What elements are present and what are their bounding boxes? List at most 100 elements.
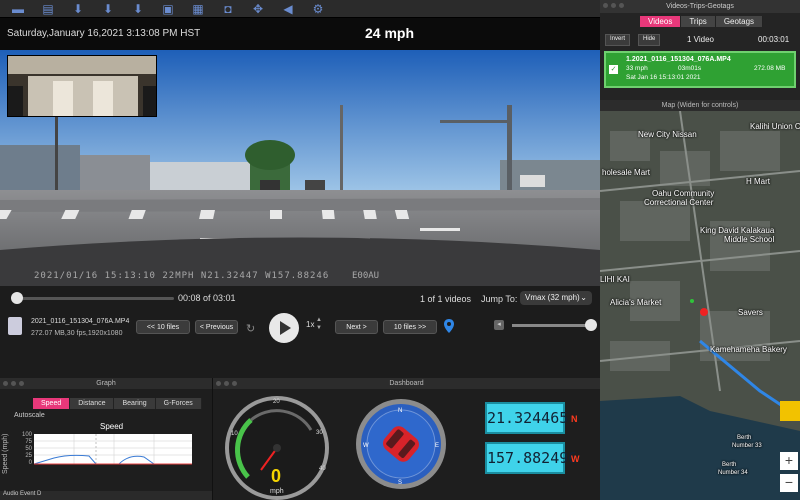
graph-chart-title: Speed xyxy=(100,422,124,431)
y-tick-label: 0 xyxy=(28,460,32,466)
dashboard-speed-value: 0 xyxy=(271,466,282,486)
y-tick-label: 100 xyxy=(21,432,32,438)
jump-to-label: Jump To: xyxy=(481,294,518,304)
video-header: Saturday,January 16,2021 3:13:08 PM HST … xyxy=(0,18,600,50)
volume-icon[interactable]: ◂ xyxy=(494,320,504,330)
folder-open-icon[interactable]: ▬ xyxy=(10,2,26,16)
expand-icon[interactable]: ✥ xyxy=(250,2,266,16)
toolbar: ▬ ▤ ⬇ ⬇ ⬇ ▣ ▦ ◘ ✥ ◀ ⚙ xyxy=(0,0,600,18)
checkmark-icon[interactable]: ✓ xyxy=(609,65,618,74)
tab-trips[interactable]: Trips xyxy=(681,16,716,27)
longitude-display: 157.882496 xyxy=(485,442,577,474)
video-stamp: 2021/01/16 15:13:10 22MPH N21.32447 W157… xyxy=(34,271,330,281)
map-label: Berth xyxy=(737,435,752,441)
rate-stepper[interactable]: ▲ ▼ xyxy=(315,316,323,334)
y-tick-label: 25 xyxy=(25,453,32,459)
latitude-direction: N xyxy=(571,414,578,424)
map-label: Kamehameha Bakery xyxy=(710,345,787,354)
latitude-display: 21.324465 xyxy=(485,402,568,434)
video-list-item[interactable]: ✓ 1.2021_0116_151304_076A.MP4 33 mph 03m… xyxy=(604,51,796,88)
window-close-icon[interactable] xyxy=(216,381,221,386)
audio-event-bar: Audio Event D xyxy=(0,491,212,500)
autoscale-label[interactable]: Autoscale xyxy=(14,412,45,419)
window-close-icon[interactable] xyxy=(603,3,608,8)
movie-icon[interactable]: ▦ xyxy=(190,2,206,16)
window-close-icon[interactable] xyxy=(3,381,8,386)
location-pin-icon[interactable] xyxy=(444,319,454,333)
graph-y-label: Speed (mph) xyxy=(2,433,9,474)
previous-button[interactable]: < Previous xyxy=(195,320,238,334)
window-zoom-icon[interactable] xyxy=(232,381,237,386)
compass-gauge: N S W E xyxy=(356,399,446,489)
window-minimize-icon[interactable] xyxy=(224,381,229,386)
tab-g-forces[interactable]: G-Forces xyxy=(155,398,202,409)
invert-button[interactable]: Invert xyxy=(605,34,631,46)
window-zoom-icon[interactable] xyxy=(19,381,24,386)
jump-to-value: Vmax (32 mph) xyxy=(525,293,580,302)
playback-controls: 00:08 of 03:01 1 of 1 videos Jump To: Vm… xyxy=(0,286,600,378)
download-icon[interactable]: ⬇ xyxy=(100,2,116,16)
map-label: Savers xyxy=(738,308,763,317)
download-icon[interactable]: ⬇ xyxy=(70,2,86,16)
scrubber-track[interactable] xyxy=(14,297,174,300)
map-label: Alicia's Market xyxy=(610,298,662,307)
camera-icon[interactable]: ◘ xyxy=(220,2,236,16)
playback-rate: 1x xyxy=(306,320,315,329)
graph-tabs: Speed Distance Bearing G-Forces xyxy=(33,398,202,409)
y-tick-label: 50 xyxy=(25,446,32,452)
map-label: New City Nissan xyxy=(638,130,697,139)
video-item-length: 03m01s xyxy=(678,65,702,72)
play-button[interactable] xyxy=(269,313,299,343)
download-icon[interactable]: ⬇ xyxy=(130,2,146,16)
videos-window: Videos-Trips-Geotags Videos Trips Geotag… xyxy=(600,0,800,100)
volume-track[interactable] xyxy=(512,324,592,327)
playback-time: 00:08 of 03:01 xyxy=(178,293,236,303)
loop-icon[interactable]: ↻ xyxy=(246,322,255,335)
svg-text:W: W xyxy=(363,443,369,449)
map-title: Map (Widen for controls) xyxy=(600,100,800,111)
window-minimize-icon[interactable] xyxy=(11,381,16,386)
zoom-in-button[interactable]: + xyxy=(780,452,798,470)
video-item-date: Sat Jan 16 15:13:01 2021 xyxy=(626,74,701,81)
forward-10-files-button[interactable]: 10 files >> xyxy=(383,320,437,334)
video-datetime: Saturday,January 16,2021 3:13:08 PM HST xyxy=(7,28,201,39)
tab-videos[interactable]: Videos xyxy=(640,16,682,27)
tab-geotags[interactable]: Geotags xyxy=(715,16,764,27)
dashboard-title: Dashboard xyxy=(389,380,424,387)
hide-button[interactable]: Hide xyxy=(638,34,661,46)
video-code: E00AU xyxy=(352,271,380,281)
tab-speed[interactable]: Speed xyxy=(33,398,71,409)
save-icon[interactable]: ▣ xyxy=(160,2,176,16)
jump-to-select[interactable]: Vmax (32 mph) ⌄ xyxy=(520,291,592,305)
cabin-camera-pip[interactable] xyxy=(7,55,157,117)
videos-count: 1 Video xyxy=(687,35,714,44)
zoom-out-button[interactable]: − xyxy=(780,474,798,492)
tab-bearing[interactable]: Bearing xyxy=(114,398,156,409)
gauge-tick-label: 20 xyxy=(273,399,280,405)
next-button[interactable]: Next > xyxy=(335,320,378,334)
videos-window-title-bar: Videos-Trips-Geotags xyxy=(600,0,800,13)
volume-knob[interactable] xyxy=(585,319,597,331)
film-strip-icon[interactable]: ▤ xyxy=(40,2,56,16)
back-10-files-button[interactable]: << 10 files xyxy=(136,320,190,334)
tab-distance[interactable]: Distance xyxy=(70,398,115,409)
map-label: Number 33 xyxy=(732,443,762,449)
file-icon xyxy=(8,317,22,335)
window-zoom-icon[interactable] xyxy=(619,3,624,8)
video-item-size: 272.08 MB xyxy=(754,65,786,72)
audio-icon[interactable]: ◀ xyxy=(280,2,296,16)
graph-panel: Graph Speed Distance Bearing G-Forces Au… xyxy=(0,378,212,500)
dashboard-speed-unit: mph xyxy=(270,488,284,495)
map-window[interactable]: Map (Widen for controls) New City Nissan… xyxy=(600,100,800,500)
videos-window-title: Videos-Trips-Geotags xyxy=(666,3,734,10)
map-label: LIHI KAI xyxy=(600,275,630,284)
cabin-scene xyxy=(8,56,156,116)
window-minimize-icon[interactable] xyxy=(611,3,616,8)
scrubber-knob[interactable] xyxy=(11,292,23,304)
y-tick-label: 75 xyxy=(25,439,32,445)
dashboard-panel: Dashboard 10 20 30 40 0 mph N S W E 21.3… xyxy=(213,378,600,500)
videos-duration: 00:03:01 xyxy=(758,35,790,44)
video-frame[interactable]: 2021/01/16 15:13:10 22MPH N21.32447 W157… xyxy=(0,50,600,286)
settings-icon[interactable]: ⚙ xyxy=(310,2,326,16)
speed-graph-plot[interactable] xyxy=(34,434,192,466)
